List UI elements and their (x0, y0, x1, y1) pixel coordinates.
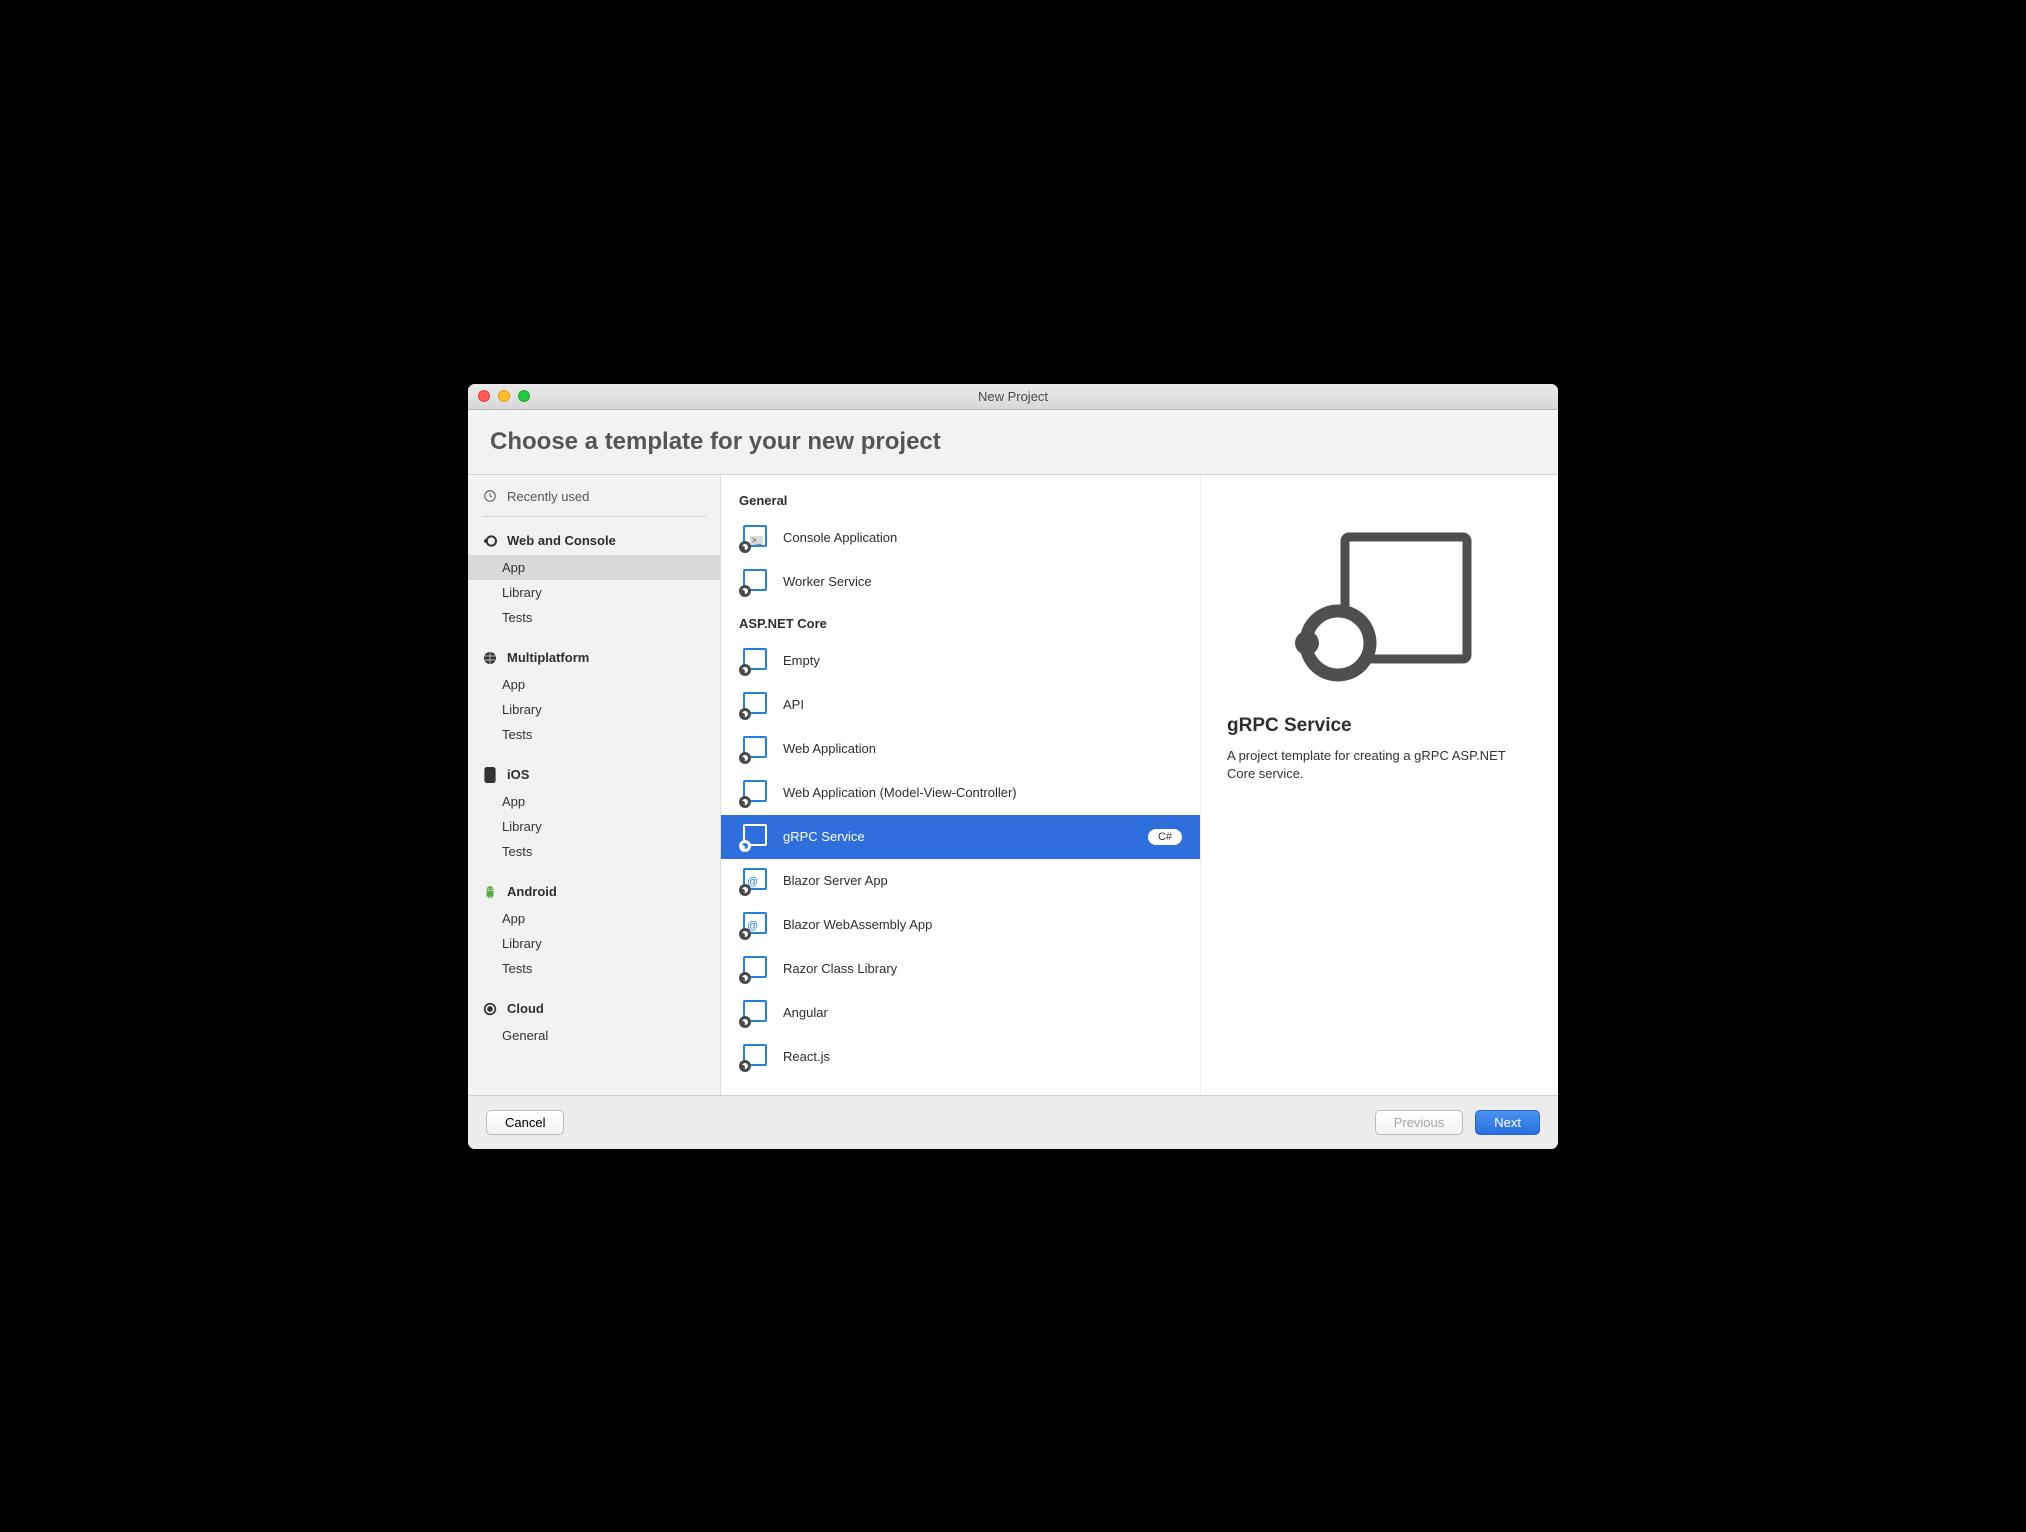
template-item-icon (739, 734, 769, 764)
zoom-window-button[interactable] (518, 390, 530, 402)
sidebar-item[interactable]: Tests (468, 839, 720, 864)
sidebar-item[interactable]: App (468, 789, 720, 814)
sidebar-category: Multiplatform AppLibraryTests (468, 644, 720, 747)
multiplatform-icon (482, 650, 498, 666)
sidebar-item[interactable]: Library (468, 814, 720, 839)
cancel-button[interactable]: Cancel (486, 1110, 564, 1135)
sidebar-item[interactable]: App (468, 672, 720, 697)
template-item-label: API (783, 697, 804, 712)
new-project-dialog: New Project Choose a template for your n… (468, 384, 1558, 1149)
ios-icon (482, 767, 498, 783)
template-item-label: Angular (783, 1005, 828, 1020)
sidebar-category-label: Multiplatform (507, 650, 589, 665)
page-title: Choose a template for your new project (490, 428, 1536, 456)
sidebar-item[interactable]: Library (468, 580, 720, 605)
template-item[interactable]: gRPC Service C# (721, 815, 1200, 859)
previous-button[interactable]: Previous (1375, 1110, 1464, 1135)
template-item-icon (739, 690, 769, 720)
template-item-icon (739, 998, 769, 1028)
template-item-icon (739, 866, 769, 896)
template-item[interactable]: Angular (721, 991, 1200, 1035)
close-window-button[interactable] (478, 390, 490, 402)
window-title: New Project (468, 389, 1558, 404)
sidebar-recently-used-label: Recently used (507, 489, 589, 504)
titlebar: New Project (468, 384, 1558, 410)
template-item-label: Empty (783, 653, 820, 668)
sidebar-item[interactable]: App (468, 555, 720, 580)
template-item[interactable]: Razor Class Library (721, 947, 1200, 991)
sidebar-item[interactable]: App (468, 906, 720, 931)
android-icon (482, 884, 498, 900)
clock-icon (482, 489, 498, 503)
template-item-icon (739, 523, 769, 553)
sidebar-item[interactable]: Library (468, 931, 720, 956)
cloud-icon (482, 1001, 498, 1017)
template-item-label: Blazor WebAssembly App (783, 917, 932, 932)
sidebar-category-header[interactable]: Cloud (468, 995, 720, 1023)
sidebar-category-header[interactable]: iOS (468, 761, 720, 789)
sidebar-category: iOS AppLibraryTests (468, 761, 720, 864)
template-item[interactable]: Console Application (721, 516, 1200, 560)
template-details: gRPC Service A project template for crea… (1201, 475, 1558, 1095)
sidebar-recently-used[interactable]: Recently used (468, 483, 720, 510)
sidebar-category-label: Cloud (507, 1001, 544, 1016)
template-item[interactable]: Worker Service (721, 560, 1200, 604)
template-illustration (1227, 525, 1532, 685)
sidebar-category: Web and Console AppLibraryTests (468, 527, 720, 630)
template-item[interactable]: Empty (721, 639, 1200, 683)
sidebar-category-label: iOS (507, 767, 529, 782)
template-item-label: React.js (783, 1049, 830, 1064)
template-section-header: General (721, 481, 1200, 516)
sidebar-category-header[interactable]: Multiplatform (468, 644, 720, 672)
template-item-label: gRPC Service (783, 829, 865, 844)
template-detail-description: A project template for creating a gRPC A… (1227, 747, 1532, 783)
template-item-label: Razor Class Library (783, 961, 897, 976)
template-item-label: Worker Service (783, 574, 872, 589)
category-sidebar: Recently used Web and ConsoleAppLibraryT… (468, 475, 721, 1095)
template-item-label: Web Application (Model-View-Controller) (783, 785, 1017, 800)
minimize-window-button[interactable] (498, 390, 510, 402)
template-item[interactable]: Web Application (721, 727, 1200, 771)
template-item-icon (739, 1042, 769, 1072)
template-item[interactable]: Blazor WebAssembly App (721, 903, 1200, 947)
template-item-label: Blazor Server App (783, 873, 888, 888)
template-section-header: ASP.NET Core (721, 604, 1200, 639)
sidebar-item[interactable]: Tests (468, 605, 720, 630)
template-item[interactable]: Blazor Server App (721, 859, 1200, 903)
template-list: General Console Application Worker Service… (721, 475, 1201, 1095)
dialog-header: Choose a template for your new project (468, 410, 1558, 475)
sidebar-category-header[interactable]: Android (468, 878, 720, 906)
dialog-footer: Cancel Previous Next (468, 1095, 1558, 1149)
sidebar-category-label: Android (507, 884, 557, 899)
sidebar-category-label: Web and Console (507, 533, 616, 548)
sidebar-item[interactable]: General (468, 1023, 720, 1048)
template-item[interactable]: Web Application (Model-View-Controller) (721, 771, 1200, 815)
template-item-icon (739, 646, 769, 676)
sidebar-category-header[interactable]: Web and Console (468, 527, 720, 555)
template-item-icon (739, 567, 769, 597)
template-item-label: Console Application (783, 530, 897, 545)
traffic-lights (468, 390, 530, 402)
next-button[interactable]: Next (1475, 1110, 1540, 1135)
template-item[interactable]: React.js (721, 1035, 1200, 1079)
template-item[interactable]: API (721, 683, 1200, 727)
template-item-icon (739, 778, 769, 808)
language-badge: C# (1148, 829, 1182, 845)
template-item-label: Web Application (783, 741, 876, 756)
sidebar-item[interactable]: Tests (468, 956, 720, 981)
sidebar-category: Android AppLibraryTests (468, 878, 720, 981)
dotnet-icon (482, 533, 498, 549)
template-item-icon (739, 822, 769, 852)
template-item-icon (739, 954, 769, 984)
sidebar-category: Cloud General (468, 995, 720, 1048)
template-detail-title: gRPC Service (1227, 715, 1532, 737)
template-item-icon (739, 910, 769, 940)
sidebar-item[interactable]: Library (468, 697, 720, 722)
sidebar-divider (482, 516, 706, 517)
dialog-body: Recently used Web and ConsoleAppLibraryT… (468, 475, 1558, 1095)
sidebar-item[interactable]: Tests (468, 722, 720, 747)
